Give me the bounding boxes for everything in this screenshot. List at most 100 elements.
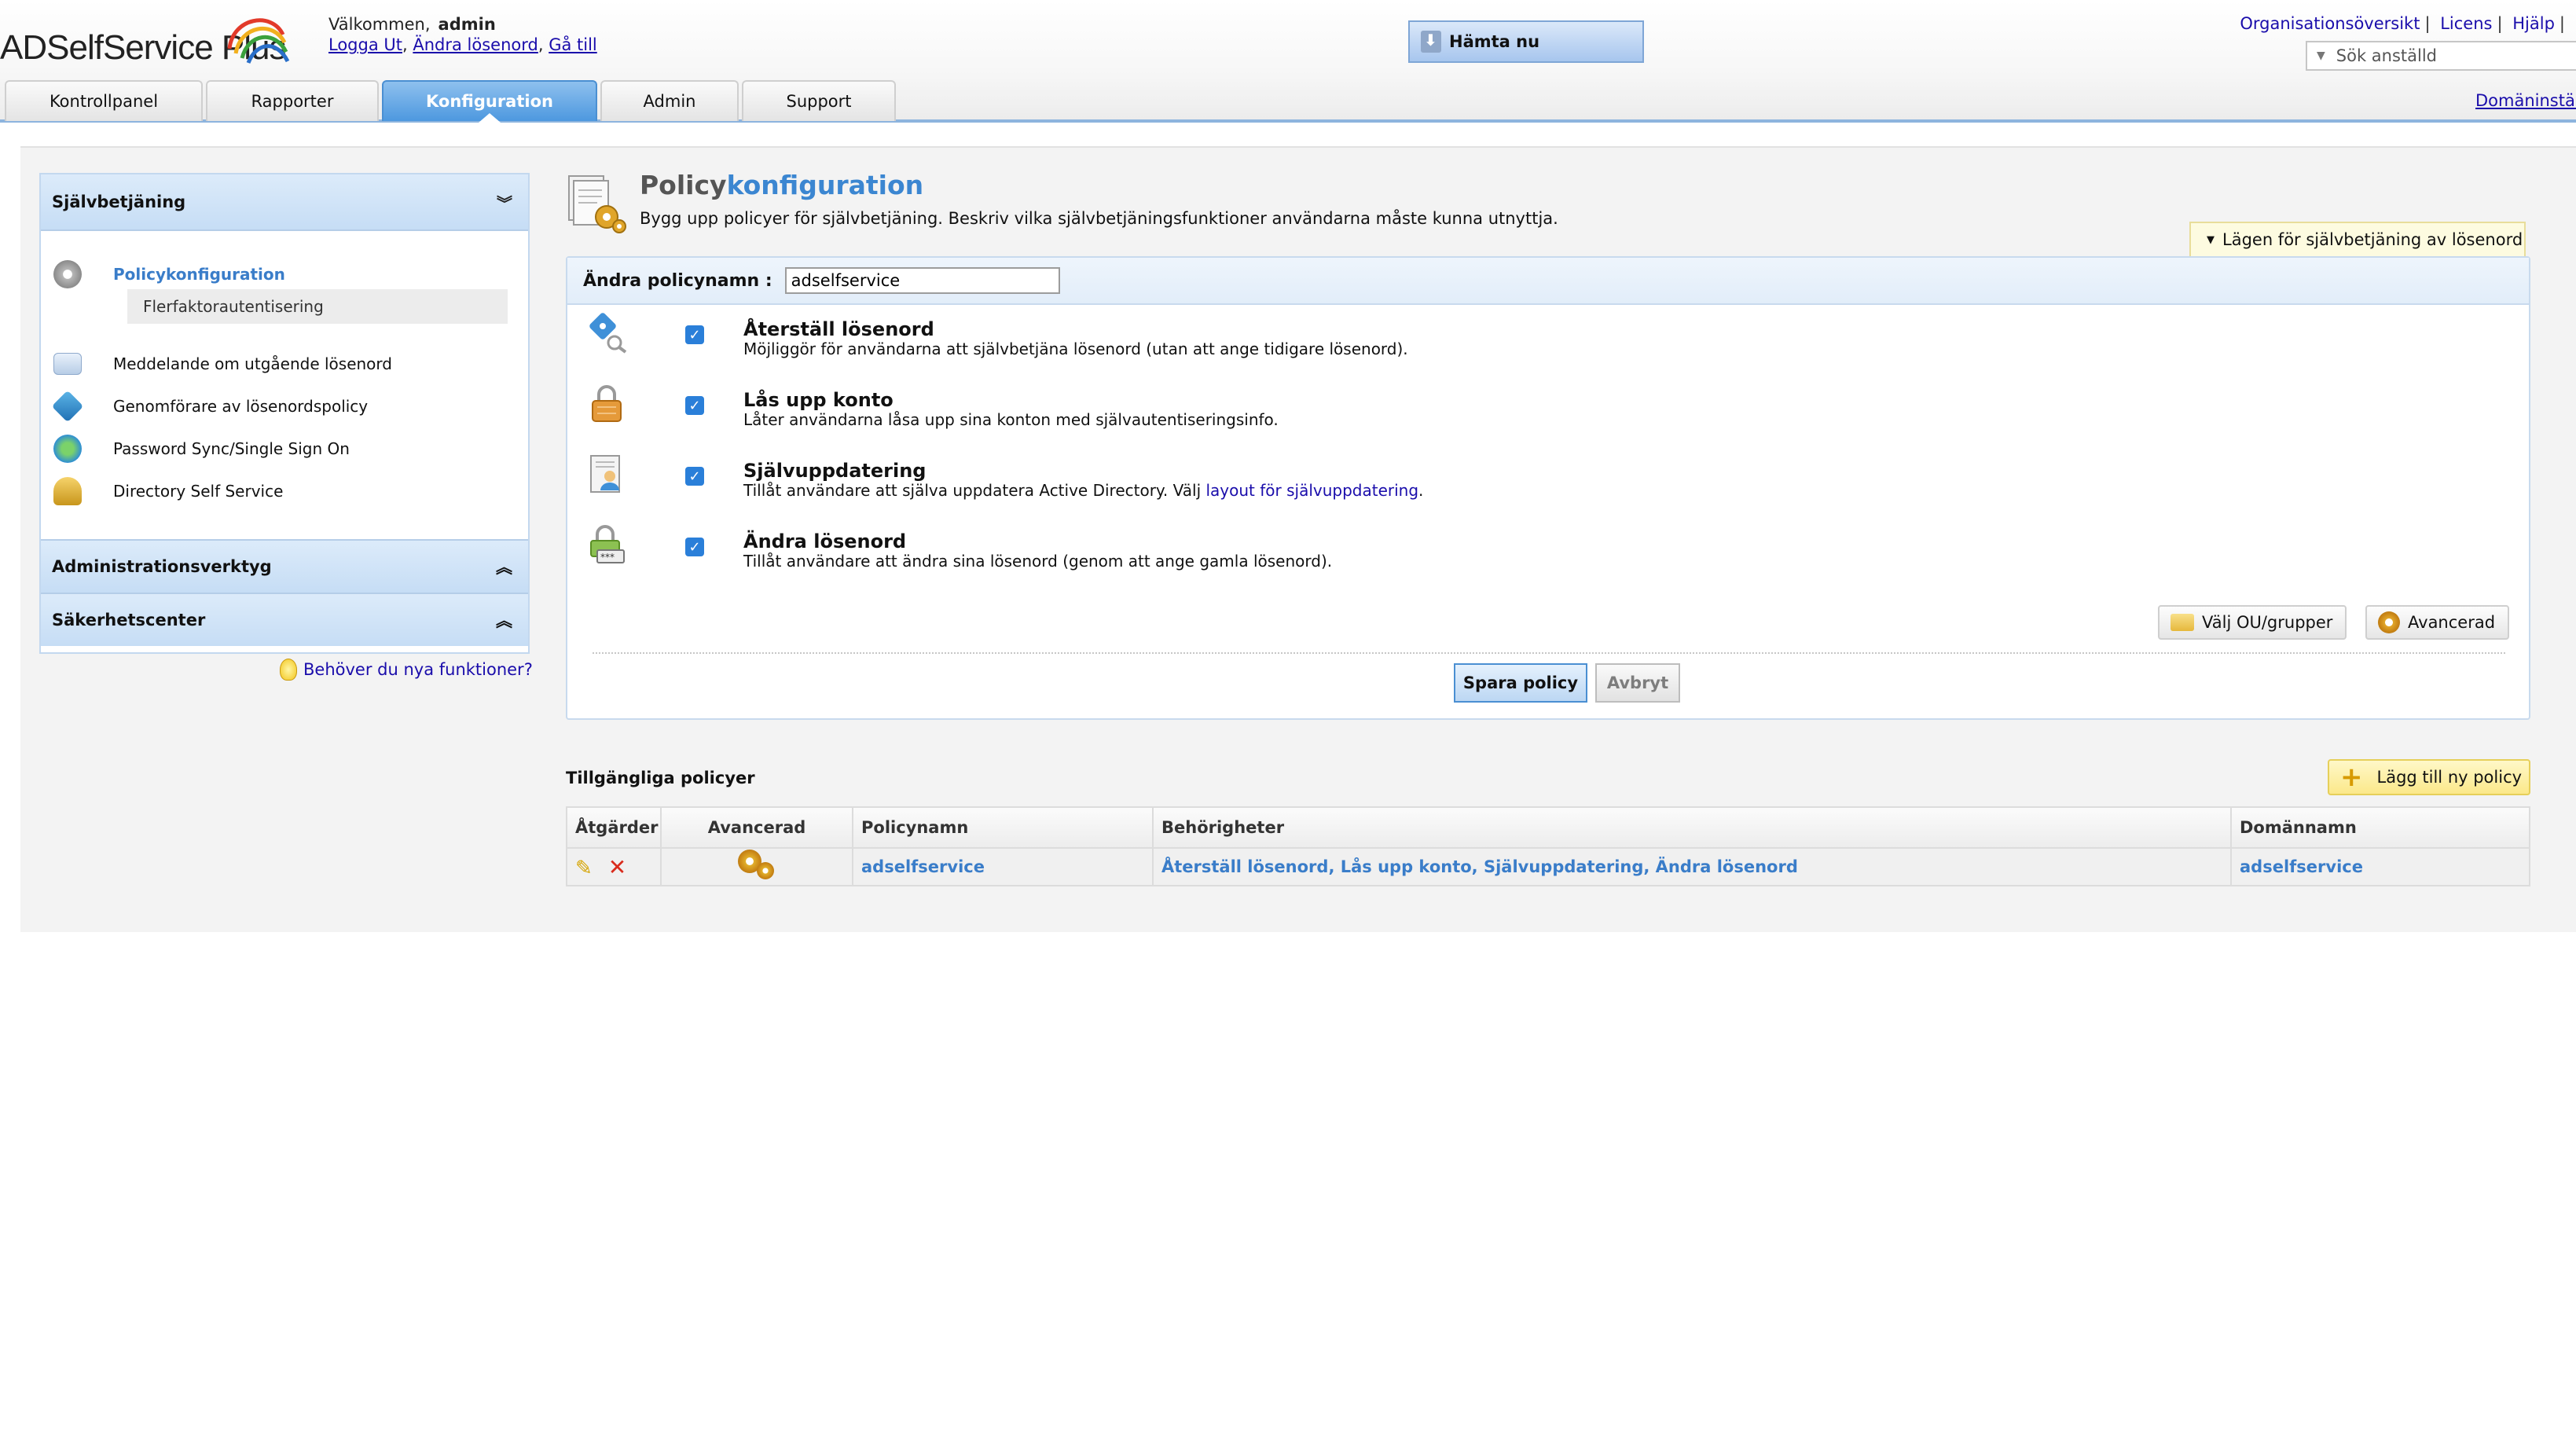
change-password-icon: *** (590, 525, 625, 563)
download-button[interactable]: Hämta nu (1408, 20, 1644, 63)
license-link[interactable]: Licens (2440, 14, 2492, 33)
sidebar-item-label: Password Sync/Single Sign On (113, 439, 350, 458)
plus-icon: + (2340, 762, 2363, 793)
caret-down-icon: ▼ (2207, 233, 2215, 246)
policy-panel: Ändra policynamn : ✓ Återställ lösenord … (566, 256, 2530, 720)
sidebar-section-header[interactable]: Självbetjäning ︾ (41, 174, 528, 231)
tab-support[interactable]: Support (742, 80, 896, 121)
sidebar-section-security-center[interactable]: Säkerhetscenter ︽ (41, 593, 528, 646)
sidebar-subitem-flerfaktor[interactable]: Flerfaktorautentisering (127, 289, 508, 324)
feature-description-text: Tillåt användare att själva uppdatera Ac… (743, 481, 1206, 500)
add-policy-button[interactable]: + Lägg till ny policy (2328, 759, 2530, 795)
key-icon (51, 390, 84, 423)
edit-icon[interactable]: ✎ (575, 857, 593, 880)
gear-icon (2378, 611, 2400, 633)
row-domain[interactable]: adselfservice (2231, 848, 2530, 886)
sync-icon (53, 435, 82, 463)
sidebar-section-title: Säkerhetscenter (52, 611, 206, 629)
goto-link[interactable]: Gå till (549, 35, 597, 54)
delete-icon[interactable]: ✕ (608, 854, 626, 880)
sidebar-item-directory-self-service[interactable]: Directory Self Service (53, 470, 516, 512)
col-header-policy-name[interactable]: Policynamn (853, 807, 1154, 849)
save-policy-button[interactable]: Spara policy (1454, 663, 1587, 703)
feature-reset-password: ✓ Återställ lösenord Möjliggör för använ… (586, 313, 1408, 376)
select-ou-groups-button[interactable]: Välj OU/grupper (2158, 605, 2347, 640)
help-link[interactable]: Hjälp (2512, 14, 2555, 33)
change-password-checkbox[interactable]: ✓ (685, 538, 704, 556)
sidebar-item-label: Meddelande om utgående lösenord (113, 354, 392, 373)
sidebar-section-admin-tools[interactable]: Administrationsverktyg ︽ (41, 539, 528, 593)
sidebar-section-title: Administrationsverktyg (52, 557, 272, 576)
col-header-permissions: Behörigheter (1153, 807, 2232, 849)
feature-description-end: . (1418, 481, 1424, 500)
search-dropdown-icon[interactable]: ▼ (2317, 50, 2325, 62)
collapse-chevron-icon[interactable]: ︾ (497, 191, 512, 214)
feature-unlock-account: ✓ Lås upp konto Låter användarna låsa up… (586, 384, 1279, 446)
row-permissions[interactable]: Återställ lösenord, Lås upp konto, Själv… (1153, 848, 2232, 886)
change-password-link[interactable]: Ändra lösenord (413, 35, 538, 54)
feature-title: Återställ lösenord (743, 318, 934, 340)
feature-description: Låter användarna låsa upp sina konton me… (743, 410, 1279, 429)
advanced-button[interactable]: Avancerad (2365, 605, 2510, 640)
sidebar-item-password-expiry[interactable]: Meddelande om utgående lösenord (53, 343, 516, 385)
expand-chevron-icon[interactable]: ︽ (496, 555, 512, 578)
app-header: ADSelfService Plus Välkommen, admin Logga… (0, 0, 2576, 123)
feature-description: Möjliggör för användarna att självbetjän… (743, 339, 1408, 358)
gear-icon (53, 260, 82, 288)
policy-name-row: Ändra policynamn : (567, 258, 2529, 305)
self-update-checkbox[interactable]: ✓ (685, 467, 704, 486)
advanced-label: Avancerad (2408, 613, 2496, 632)
tab-admin[interactable]: Admin (600, 80, 739, 121)
feature-change-password: *** ✓ Ändra lösenord Tillåt användare at… (586, 525, 1332, 588)
new-features-link[interactable]: Behöver du nya funktioner? (280, 659, 533, 681)
row-advanced (661, 848, 853, 886)
cancel-button[interactable]: Avbryt (1595, 663, 1680, 703)
reset-password-icon (589, 313, 627, 354)
expand-chevron-icon[interactable]: ︽ (496, 608, 512, 632)
sidebar-item-label: Directory Self Service (113, 482, 284, 501)
org-overview-link[interactable]: Organisationsöversikt (2240, 14, 2420, 33)
sidebar-list: Policykonfiguration Flerfaktorautentiser… (41, 231, 528, 539)
page-title: Policykonfiguration (640, 170, 923, 200)
sidebar-item-password-sync[interactable]: Password Sync/Single Sign On (53, 428, 516, 470)
sidebar: Självbetjäning ︾ Policykonfiguration Fle… (39, 173, 530, 654)
table-row: ✎ ✕ adselfservice Återställ lösenord, Lås… (567, 848, 2530, 886)
employee-search-input[interactable]: ▼ Sök anställd (2306, 41, 2576, 71)
tab-konfiguration[interactable]: Konfiguration (382, 80, 597, 123)
password-modes-label: Lägen för självbetjäning av lösenord (2222, 230, 2523, 249)
logo-swoosh-icon (227, 18, 290, 64)
policy-name-label: Ändra policynamn : (583, 270, 772, 291)
welcome-text: Välkommen, (328, 15, 431, 34)
policy-name-input[interactable] (784, 267, 1060, 294)
col-header-domain[interactable]: Domännamn (2231, 807, 2530, 849)
username: admin (438, 15, 496, 34)
unlock-account-checkbox[interactable]: ✓ (685, 396, 704, 415)
sidebar-item-policykonfiguration[interactable]: Policykonfiguration (53, 259, 516, 289)
row-policy-name[interactable]: adselfservice (853, 848, 1154, 886)
feature-title: Lås upp konto (743, 389, 894, 411)
tab-kontrollpanel[interactable]: Kontrollpanel (5, 80, 203, 121)
page-title-plain: Policy (640, 170, 727, 200)
table-header-row: Åtgärder Avancerad Policynamn Behörighet… (567, 807, 2530, 849)
welcome-block: Välkommen, admin Logga Ut, Ändra lösenord… (328, 15, 597, 54)
search-placeholder: Sök anställd (2336, 46, 2438, 65)
sidebar-item-label: Genomförare av lösenordspolicy (113, 397, 369, 416)
logout-link[interactable]: Logga Ut (328, 35, 402, 54)
page-description: Bygg upp policyer för självbetjäning. Be… (640, 209, 1558, 228)
main-tabs: Kontrollpanel Rapporter Konfiguration Ad… (5, 80, 896, 123)
reset-password-checkbox[interactable]: ✓ (685, 325, 704, 344)
tab-rapporter[interactable]: Rapporter (206, 80, 379, 121)
domain-settings-link[interactable]: Domäninställ (2475, 91, 2576, 110)
feature-description: Tillåt användare att ändra sina lösenord… (743, 552, 1333, 571)
add-policy-label: Lägg till ny policy (2376, 768, 2523, 787)
new-features-label: Behöver du nya funktioner? (303, 660, 533, 679)
sidebar-item-password-policy[interactable]: Genomförare av lösenordspolicy (51, 385, 516, 428)
advanced-gears-icon[interactable] (738, 849, 776, 881)
feature-title: Ändra lösenord (743, 530, 907, 552)
policy-config-icon (568, 175, 626, 233)
self-update-layout-link[interactable]: layout för självuppdatering (1205, 481, 1418, 500)
user-lock-icon (53, 477, 82, 505)
download-button-label: Hämta nu (1449, 32, 1540, 51)
col-header-actions: Åtgärder (567, 807, 662, 849)
password-modes-button[interactable]: ▼ Lägen för självbetjäning av lösenord (2189, 222, 2526, 258)
